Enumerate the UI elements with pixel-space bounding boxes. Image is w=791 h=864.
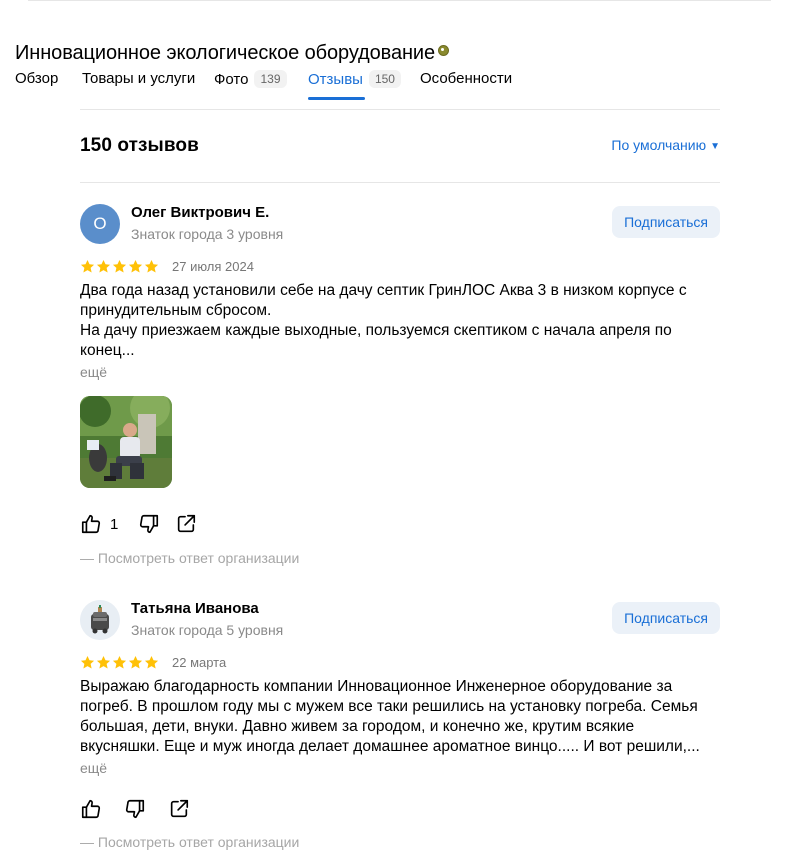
review-text: Два года назад установили себе на дачу с…: [80, 282, 687, 359]
star-icon: [96, 259, 111, 273]
tab-count-badge: 150: [368, 70, 401, 88]
tabs-divider: [80, 109, 720, 110]
thumbs-down-icon: [140, 514, 159, 534]
dislike-button[interactable]: [124, 798, 146, 820]
avatar[interactable]: [80, 600, 120, 640]
star-icon: [112, 259, 127, 273]
avatar-image: [80, 600, 120, 640]
avatar-letter: О: [93, 214, 107, 233]
share-icon: [178, 514, 196, 533]
tab-count-badge: 139: [254, 70, 287, 88]
review-actions: 1: [80, 512, 197, 536]
view-org-response-link[interactable]: — Посмотреть ответ организации: [80, 834, 299, 850]
tab-label: Обзор: [15, 70, 59, 87]
sort-label: По умолчанию: [611, 137, 707, 153]
tab-photo[interactable]: Фото 139: [214, 70, 287, 102]
share-button[interactable]: [168, 798, 190, 820]
top-divider: [28, 0, 771, 1]
tab-overview[interactable]: Обзор: [15, 70, 58, 102]
header-divider: [80, 182, 720, 183]
author-level: Знаток города 3 уровня: [131, 226, 284, 242]
rating-stars: [80, 655, 159, 671]
star-icon: [112, 655, 127, 669]
like-count: 1: [110, 515, 119, 533]
tab-label: Отзывы: [308, 71, 363, 88]
verified-badge-icon: [438, 45, 450, 57]
chevron-down-icon: ▼: [710, 141, 720, 152]
tab-label: Товары и услуги: [82, 70, 196, 87]
review-photo-image: [80, 396, 172, 488]
star-icon: [144, 259, 159, 273]
thumbs-up-icon: [81, 514, 101, 534]
tab-reviews[interactable]: Отзывы 150: [308, 70, 401, 102]
author-name[interactable]: Татьяна Иванова: [131, 600, 259, 617]
avatar[interactable]: О: [80, 204, 120, 244]
rating-stars: [80, 259, 159, 275]
star-icon: [80, 259, 95, 273]
author-name[interactable]: Олег Виктрович Е.: [131, 204, 269, 221]
review-date: 22 марта: [172, 655, 227, 670]
star-icon: [128, 655, 143, 669]
thumbs-down-icon: [125, 799, 145, 819]
star-icon: [80, 655, 95, 669]
star-icon: [128, 259, 143, 273]
subscribe-button[interactable]: Подписаться: [612, 206, 720, 238]
review-date: 27 июля 2024: [172, 259, 254, 274]
tab-features[interactable]: Особенности: [420, 70, 512, 102]
tab-goods-services[interactable]: Товары и услуги: [82, 70, 195, 102]
like-button[interactable]: [80, 798, 102, 820]
tab-label: Фото: [214, 71, 249, 88]
more-link[interactable]: ещё: [80, 760, 107, 776]
review-actions: [80, 797, 190, 821]
share-button[interactable]: [175, 513, 197, 535]
star-icon: [144, 655, 159, 669]
reviews-count-heading: 150 отзывов: [80, 135, 199, 156]
dislike-button[interactable]: [138, 513, 160, 535]
page-title: Инновационное экологическое оборудование: [15, 42, 450, 65]
more-link[interactable]: ещё: [80, 364, 107, 380]
share-icon: [170, 799, 189, 818]
star-icon: [96, 655, 111, 669]
sort-dropdown[interactable]: По умолчанию ▼: [611, 137, 720, 153]
like-button[interactable]: 1: [80, 513, 118, 535]
review-photo[interactable]: [80, 396, 172, 488]
active-tab-underline: [308, 97, 365, 100]
view-org-response-link[interactable]: — Посмотреть ответ организации: [80, 550, 299, 566]
org-title-text: Инновационное экологическое оборудование: [15, 42, 436, 65]
review-text: Выражаю благодарность компании Инновацио…: [80, 678, 700, 755]
author-level: Знаток города 5 уровня: [131, 622, 284, 638]
thumbs-up-icon: [81, 799, 101, 819]
subscribe-button[interactable]: Подписаться: [612, 602, 720, 634]
tab-label: Особенности: [420, 70, 513, 87]
